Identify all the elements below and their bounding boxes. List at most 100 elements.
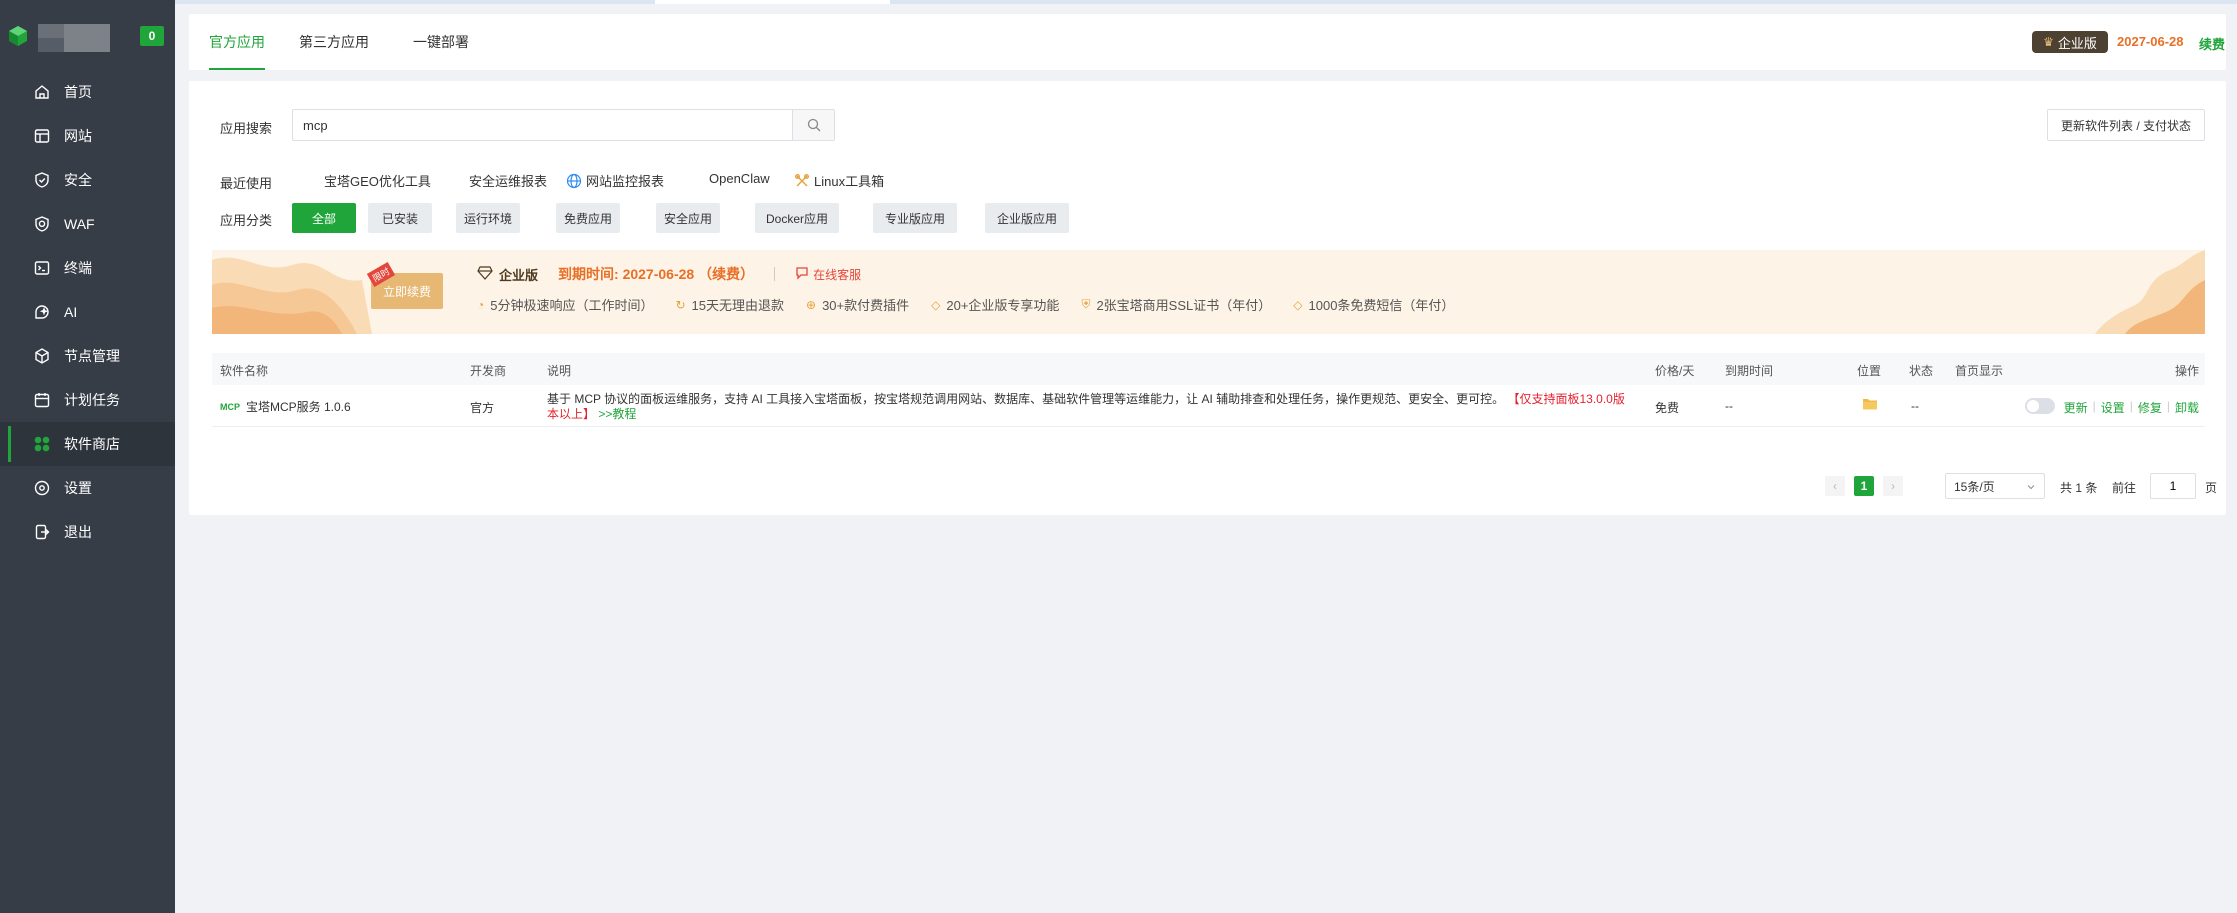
- update-software-list-button[interactable]: 更新软件列表 / 支付状态: [2047, 109, 2205, 141]
- node-icon: [32, 346, 52, 366]
- app-price: 免费: [1655, 401, 1680, 415]
- app-table: 软件名称 开发商 说明 价格/天 到期时间 位置 状态 首页显示 操作 MCP …: [212, 353, 2205, 427]
- tutorial-link[interactable]: >>教程: [598, 407, 636, 421]
- sidebar-item-label: 首页: [64, 84, 92, 100]
- home-icon: [32, 82, 52, 102]
- recent-item-openclaw[interactable]: OpenClaw: [709, 171, 770, 186]
- calendar-icon: [32, 390, 52, 410]
- search-label: 应用搜索: [220, 121, 273, 136]
- prev-page-button[interactable]: ‹: [1825, 476, 1845, 496]
- sidebar-item-label: 终端: [64, 260, 92, 276]
- col-developer: 开发商: [470, 364, 507, 378]
- category-installed[interactable]: 已安装: [368, 203, 432, 233]
- sidebar-item-software-store[interactable]: 软件商店: [0, 422, 175, 466]
- sidebar-item-label: 节点管理: [64, 348, 120, 364]
- recent-label: 最近使用: [220, 176, 273, 191]
- category-docker[interactable]: Docker应用: [755, 203, 839, 233]
- feature-item: ◇ 1000条免费短信（年付）: [1293, 297, 1455, 314]
- folder-icon[interactable]: [1862, 397, 1878, 414]
- app-name[interactable]: 宝塔MCP服务 1.0.6: [246, 398, 351, 415]
- app-developer: 官方: [470, 401, 495, 415]
- uninstall-action[interactable]: 卸载: [2175, 399, 2199, 416]
- sidebar-item-ai[interactable]: AI: [0, 290, 175, 334]
- ssl-icon: ⛨: [1081, 297, 1091, 311]
- category-enterprise[interactable]: 企业版应用: [985, 203, 1069, 233]
- terminal-icon: [32, 258, 52, 278]
- feature-item: ⛨ 2张宝塔商用SSL证书（年付）: [1081, 297, 1272, 313]
- recent-item-security-report[interactable]: 安全运维报表: [469, 171, 547, 190]
- goto-label: 前往: [2112, 481, 2137, 495]
- tab-one-click-deploy[interactable]: 一键部署: [403, 14, 479, 70]
- sidebar-item-label: 设置: [64, 480, 92, 496]
- crown-icon: ♛: [2043, 35, 2054, 49]
- plugin-icon: ⊕: [806, 297, 817, 312]
- category-free[interactable]: 免费应用: [556, 203, 620, 233]
- category-pro[interactable]: 专业版应用: [873, 203, 957, 233]
- shield-icon: [32, 170, 52, 190]
- notification-badge[interactable]: 0: [140, 26, 164, 46]
- banner-edition: 企业版: [499, 267, 539, 283]
- expire-date: 2027-06-28: [2117, 34, 2184, 49]
- renew-link[interactable]: 续费: [2199, 34, 2225, 53]
- chevron-down-icon: [2026, 481, 2036, 495]
- sidebar-item-terminal[interactable]: 终端: [0, 246, 175, 290]
- sidebar-item-node-management[interactable]: 节点管理: [0, 334, 175, 378]
- search-input[interactable]: [293, 110, 792, 140]
- category-all[interactable]: 全部: [292, 203, 356, 233]
- page-number[interactable]: 1: [1854, 476, 1874, 496]
- banner-decoration-left: [212, 257, 372, 334]
- category-security[interactable]: 安全应用: [656, 203, 720, 233]
- category-label: 应用分类: [220, 213, 273, 228]
- col-price: 价格/天: [1655, 364, 1695, 378]
- recent-item-site-monitor[interactable]: 网站监控报表: [566, 171, 664, 190]
- tab-third-party-apps[interactable]: 第三方应用: [289, 14, 379, 70]
- goto-page-input[interactable]: [2150, 473, 2196, 499]
- col-location: 位置: [1857, 364, 1882, 378]
- total-count: 共 1 条: [2060, 481, 2098, 495]
- sidebar-item-website[interactable]: 网站: [0, 114, 175, 158]
- recent-item-geo[interactable]: 宝塔GEO优化工具: [324, 171, 431, 190]
- logout-icon: [32, 522, 52, 542]
- recent-item-linux-toolbox[interactable]: Linux工具箱: [794, 171, 884, 190]
- next-page-button[interactable]: ›: [1883, 476, 1903, 496]
- feature-item: ⊕ 30+款付费插件: [806, 297, 910, 314]
- app-expire: --: [1725, 399, 1733, 413]
- search-icon: [807, 118, 820, 132]
- sidebar: 0 首页 网站 安全 WAF 终端 AI 节点管理 计划任务 软件商店 设置 退…: [0, 0, 175, 913]
- sidebar-item-home[interactable]: 首页: [0, 70, 175, 114]
- diamond-icon: [477, 265, 493, 283]
- main-content: 官方应用 第三方应用 一键部署 ♛ 企业版 2027-06-28 续费 应用搜索…: [189, 14, 2226, 515]
- update-action[interactable]: 更新: [2064, 399, 2088, 416]
- search-box: [292, 109, 835, 141]
- chat-icon: [795, 266, 809, 283]
- sidebar-item-security[interactable]: 安全: [0, 158, 175, 202]
- sidebar-item-settings[interactable]: 设置: [0, 466, 175, 510]
- app-description: 基于 MCP 协议的面板运维服务，支持 AI 工具接入宝塔面板，按宝塔规范调用网…: [547, 392, 1625, 421]
- sidebar-item-waf[interactable]: WAF: [0, 202, 175, 246]
- settings-action[interactable]: 设置: [2101, 399, 2125, 416]
- repair-action[interactable]: 修复: [2138, 399, 2162, 416]
- category-runtime[interactable]: 运行环境: [456, 203, 520, 233]
- brand: 0: [0, 0, 175, 70]
- sidebar-item-label: 计划任务: [64, 392, 120, 408]
- feature-item: ◇ 20+企业版专享功能: [931, 297, 1060, 314]
- tab-official-apps[interactable]: 官方应用: [189, 14, 285, 70]
- col-description: 说明: [547, 364, 572, 378]
- app-name-cell: MCP 宝塔MCP服务 1.0.6: [220, 398, 351, 415]
- feature-item: ↻ 15天无理由退款: [675, 297, 785, 314]
- banner-expire-text: 到期时间: 2027-06-28 （续费）: [558, 266, 755, 282]
- sidebar-item-label: AI: [64, 304, 78, 320]
- renew-now-button[interactable]: 限时 立即续费: [366, 262, 443, 309]
- tools-icon: [794, 173, 810, 189]
- online-service-link[interactable]: 在线客服: [813, 266, 861, 283]
- search-button[interactable]: [792, 110, 834, 140]
- homepage-display-toggle[interactable]: [2025, 398, 2055, 414]
- globe-icon: [566, 173, 582, 189]
- store-icon: [32, 434, 52, 454]
- sidebar-item-scheduled-tasks[interactable]: 计划任务: [0, 378, 175, 422]
- sidebar-nav: 首页 网站 安全 WAF 终端 AI 节点管理 计划任务 软件商店 设置 退出: [0, 70, 175, 554]
- banner-features: ◔ 5分钟极速响应（工作时间） ↻ 15天无理由退款 ⊕ 30+款付费插件 ◇ 20+企…: [477, 295, 1476, 314]
- ai-icon: [32, 302, 52, 322]
- sidebar-item-logout[interactable]: 退出: [0, 510, 175, 554]
- page-size-select[interactable]: 15条/页: [1945, 473, 2045, 499]
